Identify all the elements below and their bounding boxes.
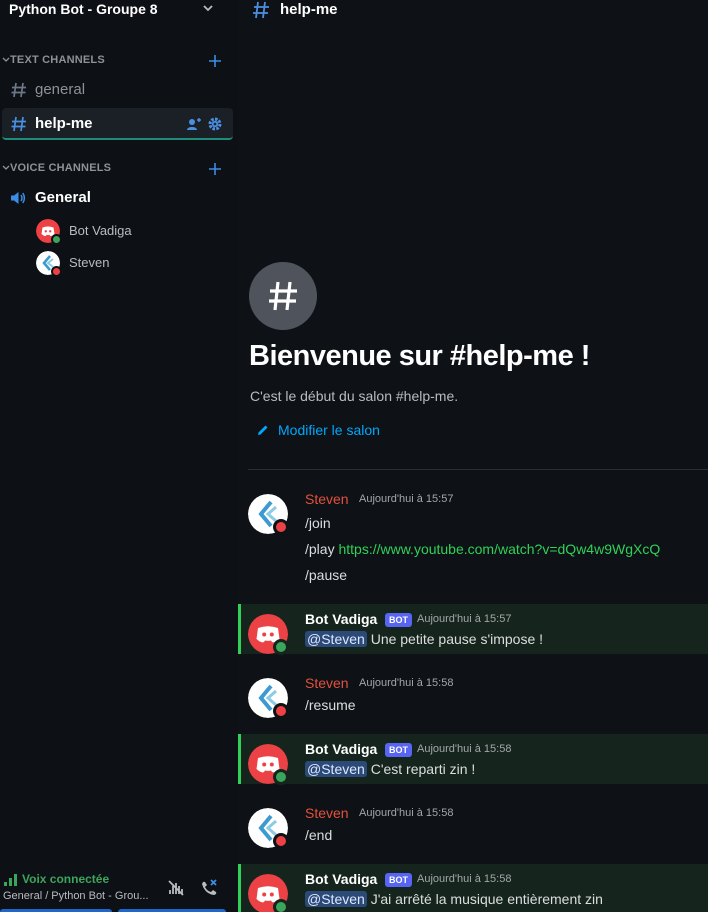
- command-text: /play: [305, 541, 339, 557]
- message-text: @Steven C'est reparti zin !: [305, 761, 475, 777]
- voice-location[interactable]: General / Python Bot - Grou...: [3, 890, 149, 902]
- welcome-subtitle: C'est le début du salon #help-me.: [250, 388, 459, 404]
- dnd-status-icon: [273, 703, 289, 719]
- message-text: @Steven J'ai arrêté la musique entièreme…: [305, 891, 603, 907]
- category-label: TEXT CHANNELS: [10, 54, 105, 66]
- bot-badge: BOT: [385, 743, 412, 757]
- channel-hash-badge: [249, 262, 317, 330]
- channel-sidebar: Python Bot - Groupe 8 TEXT CHANNELS gene…: [0, 0, 238, 912]
- channel-title: help-me: [280, 1, 338, 18]
- user-mention[interactable]: @Steven: [305, 891, 367, 907]
- bot-badge: BOT: [385, 873, 412, 887]
- bot-badge: BOT: [385, 613, 412, 627]
- chevron-down-icon[interactable]: [201, 1, 215, 15]
- hash-icon: [253, 1, 269, 19]
- online-status-icon: [273, 899, 289, 912]
- message-text: /play https://www.youtube.com/watch?v=dQ…: [305, 541, 660, 557]
- invite-member-icon[interactable]: [186, 116, 202, 132]
- message-text: /join: [305, 515, 331, 531]
- online-status-icon: [273, 639, 289, 655]
- youtube-link[interactable]: https://www.youtube.com/watch?v=dQw4w9Wg…: [338, 541, 660, 557]
- message-text: @Steven Une petite pause s'impose !: [305, 631, 543, 647]
- server-name: Python Bot - Groupe 8: [9, 1, 158, 17]
- message-timestamp: Aujourd'hui à 15:58: [359, 677, 454, 689]
- dnd-status-icon: [273, 519, 289, 535]
- channel-general[interactable]: general: [2, 74, 233, 106]
- message-timestamp: Aujourd'hui à 15:58: [417, 873, 512, 885]
- edit-channel-link[interactable]: Modifier le salon: [250, 421, 410, 441]
- channel-name: help-me: [35, 115, 93, 132]
- edit-channel-label: Modifier le salon: [278, 422, 380, 438]
- message-author[interactable]: Steven: [305, 805, 349, 821]
- message[interactable]: Steven Aujourd'hui à 15:58 /end: [238, 798, 708, 854]
- divider: [248, 469, 708, 470]
- channel-name: general: [35, 81, 86, 98]
- message-body: J'ai arrêté la musique entièrement zin: [366, 891, 603, 907]
- channel-help-me[interactable]: help-me: [2, 108, 233, 140]
- voice-connection-panel: Voix connectée General / Python Bot - Gr…: [0, 868, 238, 912]
- online-status-icon: [51, 234, 62, 245]
- voice-user-name: Bot Vadiga: [69, 223, 132, 238]
- hash-icon: [11, 82, 26, 98]
- online-status-icon: [273, 769, 289, 785]
- server-header[interactable]: Python Bot - Groupe 8: [0, 0, 238, 20]
- hash-icon: [11, 116, 26, 132]
- message-text: /pause: [305, 567, 348, 583]
- message-timestamp: Aujourd'hui à 15:57: [417, 613, 512, 625]
- message-author[interactable]: Steven: [305, 491, 349, 507]
- dnd-status-icon: [51, 266, 62, 277]
- message-timestamp: Aujourd'hui à 15:57: [359, 493, 454, 505]
- message-timestamp: Aujourd'hui à 15:58: [417, 743, 512, 755]
- message-text: /resume: [305, 697, 356, 713]
- category-text-channels[interactable]: TEXT CHANNELS: [0, 52, 238, 70]
- add-channel-icon[interactable]: [207, 53, 223, 69]
- message-mention[interactable]: Bot Vadiga BOT Aujourd'hui à 15:58 @Stev…: [238, 864, 708, 912]
- voice-user-name: Steven: [69, 255, 110, 270]
- voice-user-steven[interactable]: Steven: [36, 248, 226, 277]
- message-text: /end: [305, 827, 333, 843]
- message-body: C'est reparti zin !: [366, 761, 476, 777]
- category-label: VOICE CHANNELS: [10, 162, 112, 174]
- voice-channel-general[interactable]: General: [2, 184, 233, 212]
- dnd-status-icon: [273, 833, 289, 849]
- message-author[interactable]: Bot Vadiga: [305, 611, 377, 627]
- message-timestamp: Aujourd'hui à 15:58: [359, 807, 454, 819]
- message-author[interactable]: Bot Vadiga: [305, 871, 377, 887]
- speaker-icon: [11, 192, 26, 204]
- message-mention[interactable]: Bot Vadiga BOT Aujourd'hui à 15:57 @Stev…: [238, 604, 708, 655]
- message[interactable]: Steven Aujourd'hui à 15:58 /resume: [238, 668, 708, 724]
- chevron-down-icon: [2, 165, 10, 170]
- welcome-title: Bienvenue sur #help-me !: [249, 340, 590, 372]
- gear-icon[interactable]: [207, 116, 223, 132]
- voice-channel-name: General: [35, 189, 91, 206]
- message-body: Une petite pause s'impose !: [366, 631, 544, 647]
- hash-icon: [269, 281, 297, 311]
- category-voice-channels[interactable]: VOICE CHANNELS: [0, 160, 238, 178]
- disconnect-call-icon[interactable]: [199, 877, 219, 897]
- message-author[interactable]: Bot Vadiga: [305, 741, 377, 757]
- message-mention[interactable]: Bot Vadiga BOT Aujourd'hui à 15:58 @Stev…: [238, 734, 708, 785]
- voice-status[interactable]: Voix connectée: [22, 872, 109, 886]
- voice-user-bot-vadiga[interactable]: Bot Vadiga: [36, 216, 226, 245]
- user-mention[interactable]: @Steven: [305, 631, 367, 647]
- chevron-down-icon: [2, 57, 10, 62]
- pencil-icon: [258, 425, 268, 435]
- signal-strength-icon[interactable]: [3, 874, 19, 886]
- noise-suppression-icon[interactable]: [166, 877, 186, 897]
- message[interactable]: Steven Aujourd'hui à 15:57 /join /play h…: [238, 484, 708, 596]
- add-channel-icon[interactable]: [207, 161, 223, 177]
- user-mention[interactable]: @Steven: [305, 761, 367, 777]
- chat-area: help-me Bienvenue sur #help-me ! C'est l…: [238, 0, 708, 912]
- message-author[interactable]: Steven: [305, 675, 349, 691]
